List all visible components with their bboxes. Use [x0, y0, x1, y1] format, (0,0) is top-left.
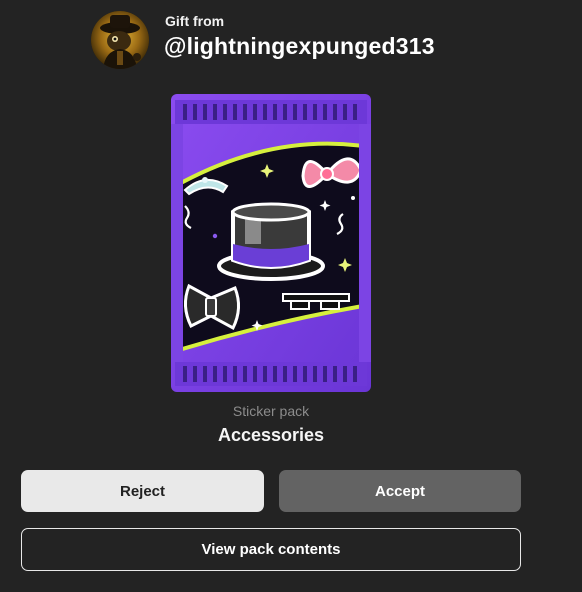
reject-button[interactable]: Reject — [21, 470, 264, 512]
gift-dialog: Gift from @lightningexpunged313 Sticker … — [0, 0, 582, 592]
view-pack-contents-button[interactable]: View pack contents — [21, 528, 521, 571]
pack-name: Accessories — [217, 425, 325, 445]
pack-type-label: Sticker pack — [232, 403, 310, 419]
avatar — [91, 11, 149, 69]
avatar-icon — [91, 11, 149, 69]
gift-from-label: Gift from — [165, 13, 225, 29]
accept-button[interactable]: Accept — [279, 470, 521, 512]
sticker-pack-image — [171, 94, 371, 392]
top-hat-icon — [217, 202, 325, 281]
sender-username: @lightningexpunged313 — [164, 33, 435, 59]
